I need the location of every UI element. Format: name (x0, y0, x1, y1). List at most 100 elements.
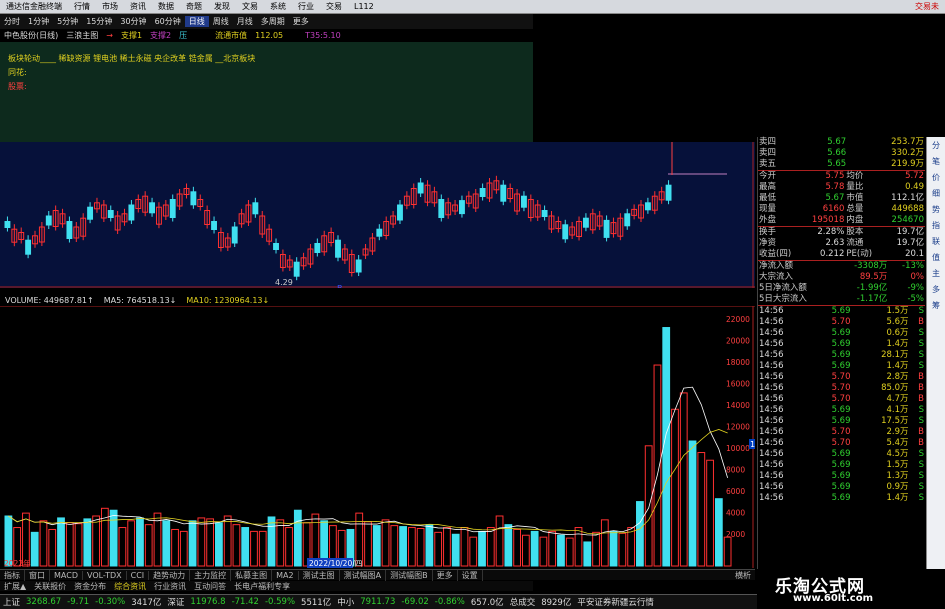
volume-bar (48, 528, 57, 567)
tab-test-b[interactable]: 测试幅图B (386, 569, 433, 581)
trade-side: B (918, 383, 924, 393)
volume-axis-label: 22000 (726, 315, 750, 324)
tab-main-monitor[interactable]: 主力监控 (190, 569, 232, 581)
menu-market[interactable]: 市场 (96, 1, 124, 12)
main-indicator-name[interactable]: 三浪主图 (62, 30, 102, 41)
period-tab[interactable]: 30分钟 (116, 16, 150, 27)
menu-news[interactable]: 资讯 (124, 1, 152, 12)
trade-side: B (918, 394, 924, 404)
sidebar-tab[interactable]: 价 (928, 171, 944, 185)
tab-ma2[interactable]: MA2 (272, 570, 299, 580)
volume-bar (714, 498, 723, 567)
volume-axis-label: 12000 (726, 423, 750, 432)
ext-tab[interactable]: 综合资讯 (110, 581, 150, 592)
trade-price: 5.69 (831, 460, 851, 470)
tab-indicator[interactable]: 指标 (0, 569, 25, 581)
tab-cci[interactable]: CCI (127, 570, 150, 580)
volume-bar (179, 530, 188, 567)
tab-analysis[interactable]: 横析 (731, 570, 755, 581)
sidebar-tab[interactable]: 值 (928, 251, 944, 265)
stock-name: 中色股份(日线) (4, 31, 59, 40)
ext-tab[interactable]: 资金分布 (70, 581, 110, 592)
menu-industry[interactable]: 行业 (292, 1, 320, 12)
sidebar-tab[interactable]: 势 (928, 203, 944, 217)
trade-row: 14:56 5.70 2.8万 B (758, 372, 925, 383)
tab-vol-tdx[interactable]: VOL-TDX (83, 570, 127, 580)
menu-quotes[interactable]: 行情 (68, 1, 96, 12)
trade-row: 14:56 5.69 17.5万 S (758, 416, 925, 427)
candle-body (665, 184, 672, 201)
sz-change: -71.42 (231, 597, 259, 607)
menu-data[interactable]: 数据 (152, 1, 180, 12)
sidebar-tab[interactable]: 笔 (928, 155, 944, 169)
ask-row[interactable]: 卖四 5.66 330.2万 (758, 148, 925, 159)
tab-macd[interactable]: MACD (50, 570, 83, 580)
version-label: L112 (354, 2, 374, 11)
period-tab[interactable]: 5分钟 (53, 16, 82, 27)
period-tab[interactable]: 更多 (289, 16, 313, 27)
tab-private-main[interactable]: 私募主图 (231, 569, 273, 581)
sidebar-tab[interactable]: 主 (928, 267, 944, 281)
candle-body (479, 188, 486, 197)
ext-tab[interactable]: 互动问答 (190, 581, 230, 592)
sidebar-tab[interactable]: 指 (928, 219, 944, 233)
stat-label: 净资 (759, 238, 777, 248)
period-tab[interactable]: 月线 (233, 16, 257, 27)
app-name: 通达信金融终端 (6, 2, 62, 11)
right-sidebar: 分笔价细势指联值主多筹 (926, 137, 945, 569)
tab-more[interactable]: 更多 (433, 569, 458, 581)
period-tab-selected[interactable]: 日线 (184, 16, 209, 27)
sz-label[interactable]: 深证 (164, 596, 187, 608)
sidebar-tab[interactable]: 筹 (928, 299, 944, 313)
trade-price: 5.70 (831, 427, 851, 437)
menu-topics[interactable]: 奇题 (180, 1, 208, 12)
sidebar-tab[interactable]: 多 (928, 283, 944, 297)
menu-trade[interactable]: 文易 (236, 1, 264, 12)
zx-label[interactable]: 中小 (334, 596, 357, 608)
trade-volume: 85.0万 (881, 383, 909, 393)
stat-label: PE(动) (846, 249, 873, 259)
tab-settings[interactable]: 设置 (458, 569, 483, 581)
period-tab[interactable]: 15分钟 (82, 16, 116, 27)
flow-pct: -9% (907, 283, 924, 293)
menu-discover[interactable]: 发现 (208, 1, 236, 12)
candlestick-chart[interactable]: 4.29 B 5.605.204.804.404.00 (0, 142, 755, 288)
stat-label: 股本 (846, 227, 864, 237)
trade-volume: 5.6万 (886, 317, 909, 327)
period-tab[interactable]: 60分钟 (151, 16, 185, 27)
tab-trend-power[interactable]: 趋势动力 (149, 569, 191, 581)
period-tab[interactable]: 1分钟 (24, 16, 53, 27)
sidebar-tab[interactable]: 细 (928, 187, 944, 201)
ask-label: 卖四 (759, 148, 777, 158)
trade-volume: 2.9万 (886, 427, 909, 437)
sh-label[interactable]: 上证 (0, 596, 23, 608)
period-tab[interactable]: 多周期 (257, 16, 289, 27)
volume-bar (609, 530, 618, 567)
candle-body (314, 243, 321, 253)
trade-link[interactable]: 交易未 (909, 1, 945, 12)
ask-row[interactable]: 卖四 5.67 253.7万 (758, 137, 925, 148)
volume-chart[interactable]: 22000 20000 18000 16000 14000 12000 10000 8000 6… (0, 306, 755, 568)
blank-top-right-area (533, 14, 945, 137)
menu-exchange[interactable]: 交易 (320, 1, 348, 12)
tab-window[interactable]: 窗口 (25, 569, 50, 581)
ext-tab[interactable]: 扩展▲ (0, 581, 30, 592)
tab-test-a[interactable]: 测试幅图A (340, 569, 387, 581)
sz-pct: -0.59% (264, 597, 296, 607)
menu-system[interactable]: 系统 (264, 1, 292, 12)
ext-tab[interactable]: 关联报价 (30, 581, 70, 592)
sidebar-tab[interactable]: 分 (928, 139, 944, 153)
trade-side: S (918, 416, 924, 426)
ext-tab[interactable]: 长电卢福利专享 (230, 581, 294, 592)
trade-time: 14:56 (759, 416, 784, 426)
ext-tab[interactable]: 行业资讯 (150, 581, 190, 592)
period-tab[interactable]: 分时 (0, 16, 24, 27)
trade-time: 14:56 (759, 493, 784, 503)
trade-price: 5.69 (831, 350, 851, 360)
sidebar-tab[interactable]: 联 (928, 235, 944, 249)
candle-body (603, 219, 610, 238)
tick-trade-table[interactable]: 14:56 5.69 1.5万 S 14:56 5.70 5.6万 B 14:56 5.69 0.6… (758, 305, 925, 504)
tab-test-main[interactable]: 测试主图 (299, 569, 340, 581)
period-tab[interactable]: 周线 (209, 16, 233, 27)
ask-row[interactable]: 卖五 5.65 219.9万 (758, 159, 925, 170)
